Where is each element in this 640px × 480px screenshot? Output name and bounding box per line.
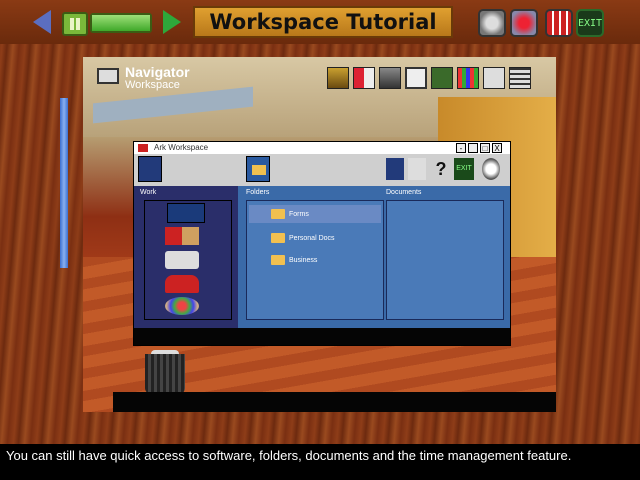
grid-icon[interactable] [545, 9, 573, 37]
window-app-icon [138, 144, 148, 152]
navigator-screen: Navigator Workspace Ark Workspace - _ □ … [83, 57, 556, 412]
phone-icon[interactable] [353, 67, 375, 89]
window-menu-button[interactable]: - [456, 143, 466, 153]
runner-icon[interactable] [408, 158, 426, 180]
palette-icon[interactable] [165, 297, 199, 315]
folder-label: Personal Docs [289, 234, 335, 242]
caption-bar: You can still have quick access to softw… [0, 444, 640, 480]
navigator-thumbnail-icon[interactable] [97, 68, 119, 84]
progress-fill [92, 15, 150, 31]
close-button[interactable]: X [492, 143, 502, 153]
folder-icon[interactable] [246, 156, 270, 182]
door-icon[interactable] [386, 158, 404, 180]
navigator-subtitle: Workspace [125, 79, 180, 91]
folder-icon [271, 255, 285, 265]
help-icon[interactable]: ? [432, 158, 450, 180]
folders-label: Folders [246, 189, 270, 196]
runner-icon[interactable] [431, 67, 453, 89]
maximize-button[interactable]: □ [480, 143, 490, 153]
left-arrow-icon[interactable] [33, 10, 51, 34]
window-titlebar[interactable]: Ark Workspace - _ □ X [134, 142, 510, 154]
window-footer [134, 328, 510, 345]
window-title: Ark Workspace [154, 143, 209, 152]
folder-icon [271, 209, 285, 219]
work-pane: Work [134, 186, 238, 328]
remote-icon[interactable] [379, 67, 401, 89]
right-arrow-icon[interactable] [163, 10, 181, 34]
side-slider[interactable] [60, 98, 68, 268]
screen-bottom-bar [113, 392, 556, 412]
telephone-icon[interactable] [165, 275, 199, 293]
folder-label: Forms [289, 210, 309, 218]
folder-item[interactable]: Personal Docs [249, 229, 381, 247]
exit-icon[interactable]: EXIT [576, 9, 604, 37]
clock-icon[interactable] [478, 9, 506, 37]
work-icon[interactable] [138, 156, 162, 182]
workspace-item-icon[interactable] [167, 203, 205, 223]
workspace-window: Ark Workspace - _ □ X ? EXIT Work Folder… [133, 141, 511, 346]
calculator-icon[interactable] [405, 67, 427, 89]
clock-icon[interactable] [482, 158, 500, 180]
progress-bar [90, 13, 152, 33]
books-icon[interactable] [165, 227, 199, 245]
door-icon[interactable] [327, 67, 349, 89]
palette-icon[interactable] [457, 67, 479, 89]
note-icon[interactable] [483, 67, 505, 89]
top-bar: Workspace Tutorial EXIT [0, 0, 640, 44]
navigator-toolbar [327, 67, 531, 91]
caption-text: You can still have quick access to softw… [6, 448, 572, 463]
minimize-button[interactable]: _ [468, 143, 478, 153]
phone-card-icon[interactable] [165, 251, 199, 269]
folders-documents-pane: Folders Documents Forms Personal Docs Bu… [238, 186, 510, 328]
trash-can-icon[interactable] [145, 354, 185, 394]
app-title: Workspace Tutorial [209, 10, 437, 34]
help-icon[interactable] [510, 9, 538, 37]
pause-icon[interactable] [62, 12, 88, 36]
folder-label: Business [289, 256, 318, 264]
grid-view-icon[interactable] [509, 67, 531, 89]
work-list [144, 200, 232, 320]
documents-list [386, 200, 504, 320]
folders-list: Forms Personal Docs Business [246, 200, 384, 320]
folder-item[interactable]: Forms [249, 205, 381, 223]
folder-icon [271, 233, 285, 243]
work-label: Work [140, 189, 157, 196]
exit-icon[interactable]: EXIT [454, 158, 474, 180]
navigator-title: Navigator [125, 64, 190, 80]
folder-item[interactable]: Business [249, 251, 381, 269]
documents-label: Documents [386, 189, 422, 196]
window-header: ? EXIT [134, 154, 510, 186]
title-plate: Workspace Tutorial [193, 6, 453, 38]
